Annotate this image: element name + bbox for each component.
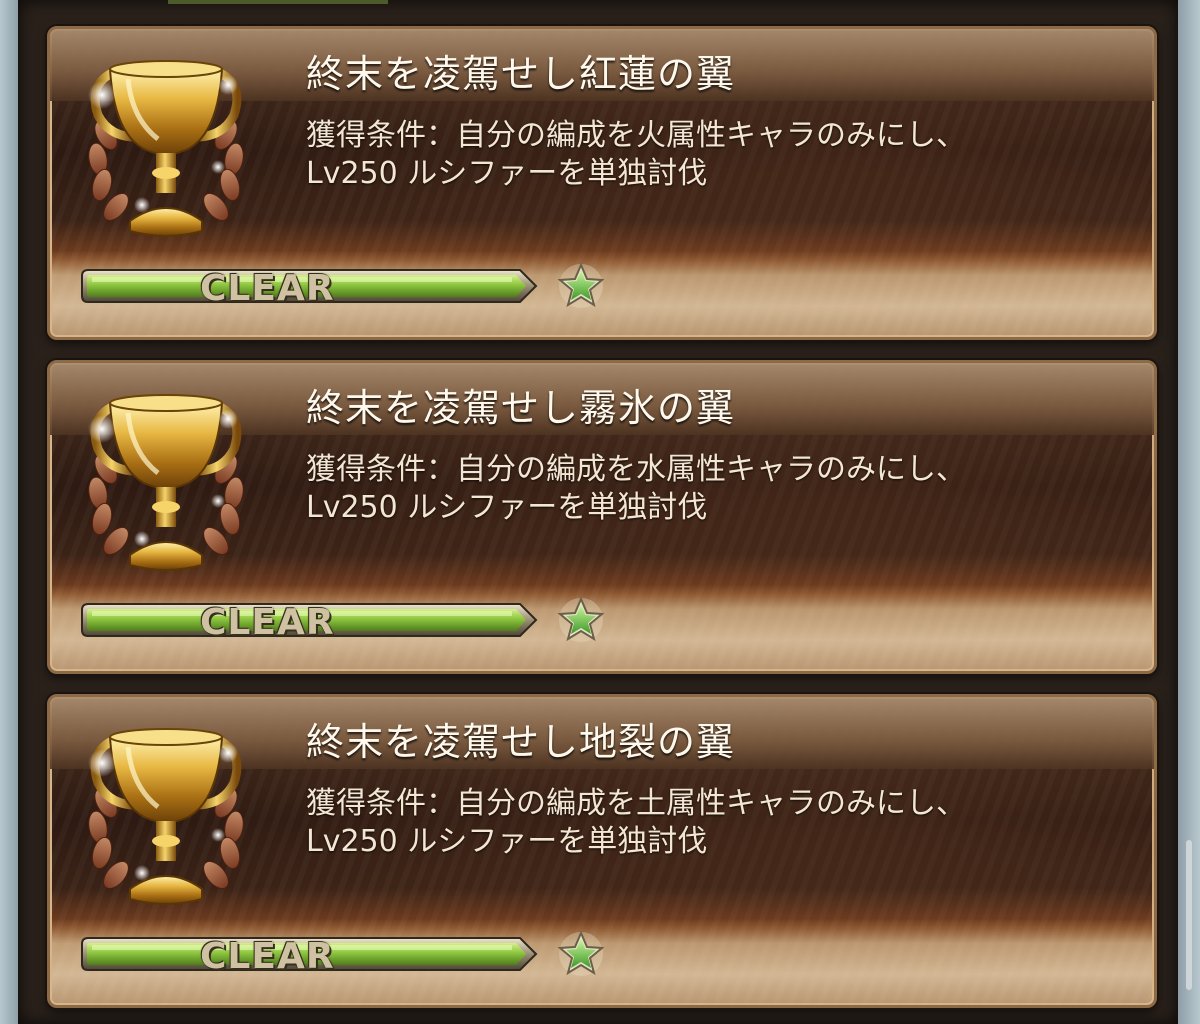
achievement-condition: 獲得条件：自分の編成を土属性キャラのみにし、 Lv250 ルシファーを単独討伐 [306,785,966,861]
achievement-condition: 獲得条件：自分の編成を水属性キャラのみにし、 Lv250 ルシファーを単独討伐 [306,451,966,527]
clear-label: CLEAR [200,936,335,977]
condition-line-1: 獲得条件：自分の編成を水属性キャラのみにし、 [306,452,966,487]
achievement-title: 終末を凌駕せし霧氷の翼 [306,386,736,430]
star-icon [557,596,605,642]
condition-line-2: Lv250 ルシファーを単独討伐 [306,824,708,859]
star-icon [557,262,605,308]
achievement-condition: 獲得条件：自分の編成を火属性キャラのみにし、 Lv250 ルシファーを単独討伐 [306,117,966,193]
achievement-card[interactable]: 終末を凌駕せし霧氷の翼 獲得条件：自分の編成を水属性キャラのみにし、 Lv250… [47,360,1157,674]
top-partial-bar [168,0,388,4]
trophy-icon [88,394,244,571]
clear-label: CLEAR [200,268,335,309]
scrollbar[interactable] [1186,840,1192,990]
achievement-card[interactable]: 終末を凌駕せし地裂の翼 獲得条件：自分の編成を土属性キャラのみにし、 Lv250… [47,694,1157,1008]
condition-line-2: Lv250 ルシファーを単独討伐 [306,156,708,191]
star-icon [557,930,605,976]
trophy-icon [88,60,244,237]
achievement-title: 終末を凌駕せし紅蓮の翼 [306,52,736,96]
trophy-icon [88,728,244,905]
clear-label: CLEAR [200,602,335,643]
achievement-card[interactable]: 終末を凌駕せし紅蓮の翼 獲得条件：自分の編成を火属性キャラのみにし、 Lv250… [47,26,1157,340]
condition-line-1: 獲得条件：自分の編成を土属性キャラのみにし、 [306,786,966,821]
condition-line-1: 獲得条件：自分の編成を火属性キャラのみにし、 [306,118,966,153]
achievement-title: 終末を凌駕せし地裂の翼 [306,720,736,764]
condition-line-2: Lv250 ルシファーを単独討伐 [306,490,708,525]
left-edge [0,0,18,1024]
